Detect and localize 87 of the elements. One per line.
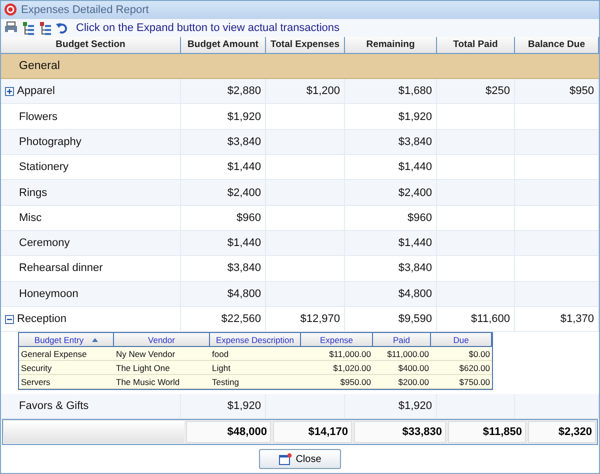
- table-cell: $960: [181, 206, 266, 230]
- section-name: Misc: [19, 212, 42, 224]
- table-cell: $2,880: [181, 79, 266, 104]
- table-cell: $11,000.00: [373, 347, 431, 362]
- column-header[interactable]: Budget Section: [1, 36, 181, 54]
- section-name: Apparel: [17, 85, 55, 98]
- table-cell: $1,680: [345, 79, 437, 104]
- table-cell: $250: [437, 79, 515, 104]
- table-cell: $3,840: [181, 130, 266, 154]
- table-cell: Light: [210, 361, 301, 376]
- table-cell: $0.00: [431, 347, 492, 362]
- column-header[interactable]: Total Expenses: [266, 36, 345, 54]
- section-name: Rings: [19, 186, 48, 199]
- total-cell: $33,830: [354, 421, 446, 444]
- collapse-button[interactable]: [5, 314, 14, 324]
- table-cell: $3,840: [345, 256, 437, 281]
- table-cell: $12,970: [266, 306, 345, 332]
- column-header[interactable]: Expense Description: [210, 333, 301, 348]
- section-name: Favors & Gifts: [19, 400, 89, 412]
- total-cell: $48,000: [186, 421, 271, 444]
- table-cell: Servers: [19, 375, 114, 390]
- total-cell: $14,170: [273, 421, 352, 444]
- table-cell: $1,200: [266, 79, 345, 104]
- section-name: Honeymoon: [19, 288, 78, 300]
- total-cell: $2,320: [528, 421, 596, 444]
- table-cell: $1,440: [181, 155, 266, 180]
- table-cell: $950.00: [301, 375, 373, 390]
- section-name: Reception: [17, 313, 67, 325]
- table-cell: $1,370: [515, 306, 599, 332]
- expand-all-icon[interactable]: [22, 20, 35, 35]
- table-cell: $1,920: [181, 394, 266, 418]
- table-cell: food: [210, 347, 301, 362]
- section-name: Rehearsal dinner: [19, 262, 103, 274]
- table-cell: $950: [515, 79, 599, 104]
- table-cell: $960: [345, 206, 437, 230]
- table-cell: Ny New Vendor: [114, 347, 210, 362]
- column-header[interactable]: Due: [431, 333, 492, 348]
- column-header[interactable]: Remaining: [345, 36, 437, 54]
- table-cell: $1,440: [345, 230, 437, 256]
- section-name: Ceremony: [19, 237, 70, 250]
- column-header[interactable]: Budget Amount: [181, 36, 266, 54]
- table-cell: $11,600: [437, 306, 515, 332]
- section-name: Flowers: [19, 110, 58, 123]
- table-cell: $1,020.00: [301, 361, 373, 376]
- section-name: Photography: [19, 136, 82, 148]
- table-cell: The Light One: [114, 361, 210, 376]
- table-cell: $2,400: [345, 180, 437, 205]
- column-header[interactable]: Paid: [373, 333, 431, 348]
- table-cell: $1,920: [345, 394, 437, 418]
- table-cell: $3,840: [345, 130, 437, 154]
- table-cell: $200.00: [373, 375, 431, 390]
- table-cell: $1,920: [345, 104, 437, 129]
- group-name: General: [19, 60, 60, 72]
- table-cell: The Music World: [114, 375, 210, 390]
- table-cell: Testing: [210, 375, 301, 390]
- table-cell: $3,840: [181, 256, 266, 281]
- total-cell: $11,850: [448, 421, 526, 444]
- table-cell: $620.00: [431, 361, 492, 376]
- table-cell: $9,590: [345, 306, 437, 332]
- table-cell: $1,920: [181, 104, 266, 129]
- table-cell: $11,000.00: [301, 347, 373, 362]
- table-cell: $2,400: [181, 180, 266, 205]
- table-cell: Security: [19, 361, 114, 376]
- close-button[interactable]: Close: [259, 449, 341, 470]
- printer-icon[interactable]: [4, 21, 18, 34]
- hint-text: Click on the Expand button to view actual transactions: [76, 22, 340, 34]
- column-header[interactable]: Vendor: [114, 333, 210, 348]
- table-cell: $4,800: [181, 282, 266, 306]
- table-cell: $750.00: [431, 375, 492, 390]
- column-header[interactable]: Balance Due: [515, 36, 599, 54]
- column-header[interactable]: Budget Entry: [19, 333, 114, 348]
- column-header[interactable]: Expense: [301, 333, 373, 348]
- table-cell: $1,440: [181, 230, 266, 256]
- app-icon: [4, 3, 17, 16]
- table-cell: General Expense: [19, 347, 114, 362]
- window-icon: [278, 453, 292, 466]
- window-title: Expenses Detailed Report: [21, 4, 149, 16]
- plus-icon: [6, 88, 13, 95]
- expand-button[interactable]: [5, 86, 14, 96]
- table-cell: $400.00: [373, 361, 431, 376]
- table-cell: $22,560: [181, 306, 266, 332]
- column-header[interactable]: Total Paid: [437, 36, 515, 54]
- collapse-all-icon[interactable]: [39, 20, 52, 35]
- table-cell: $1,440: [345, 155, 437, 180]
- table-cell: $4,800: [345, 282, 437, 306]
- section-name: Stationery: [19, 161, 69, 174]
- undo-icon[interactable]: [56, 22, 68, 34]
